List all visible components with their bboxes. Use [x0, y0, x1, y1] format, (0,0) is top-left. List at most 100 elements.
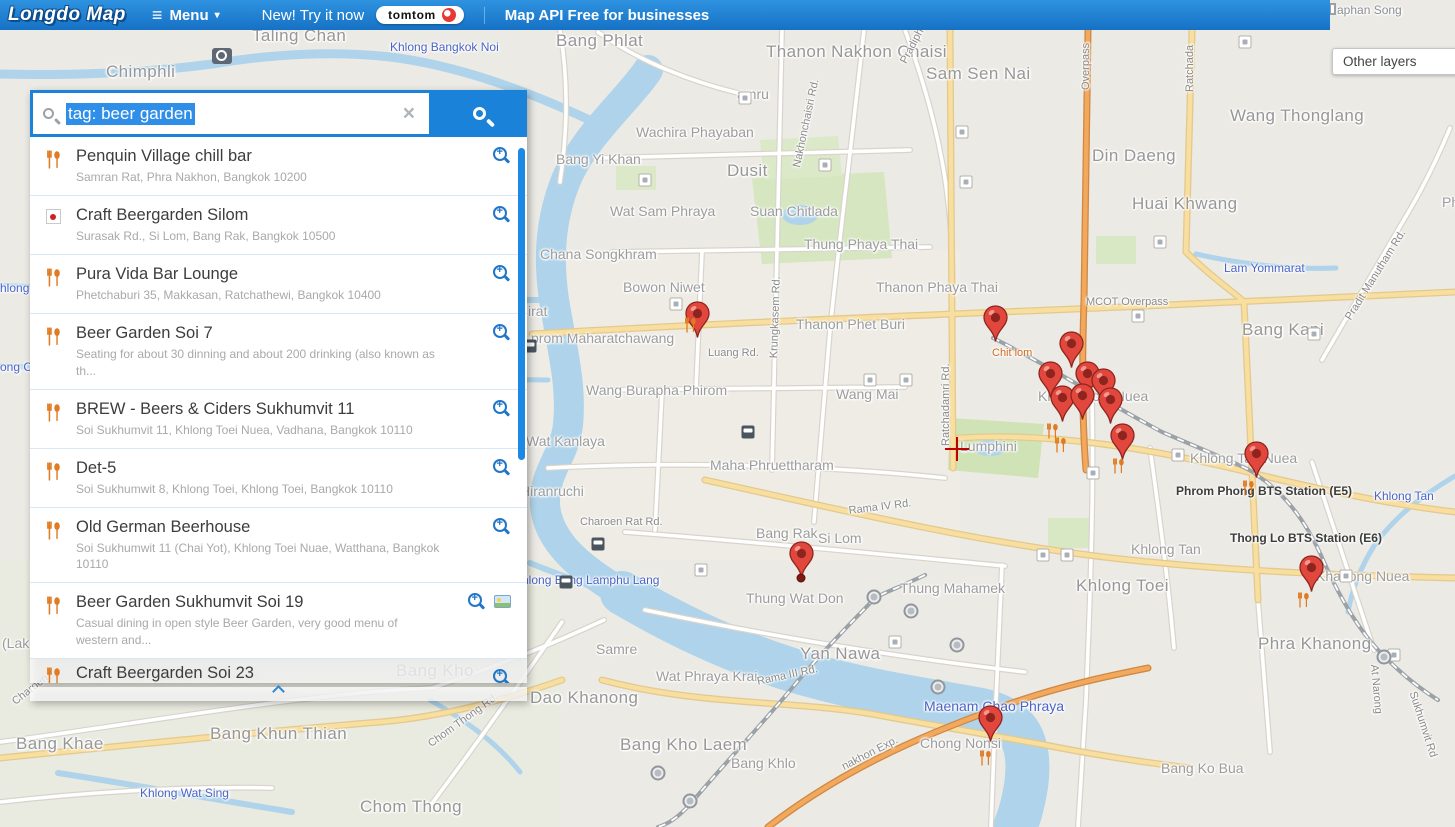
zoom-to-result-button[interactable]: + — [493, 264, 511, 283]
result-type-icon — [30, 664, 76, 683]
chevron-down-icon: ▾ — [214, 9, 220, 21]
search-icon — [43, 108, 54, 119]
result-text: Craft Beergarden Soi 23 — [76, 664, 497, 683]
result-actions: + — [468, 592, 511, 611]
plus-glyph: + — [496, 146, 503, 158]
top-navigation-bar: Longdo Map ≡ Menu ▾ New! Try it now tomt… — [0, 0, 1330, 30]
tomtom-badge[interactable]: tomtom — [376, 6, 464, 24]
search-submit-icon — [473, 107, 486, 120]
collapse-results-button[interactable] — [30, 684, 527, 701]
result-text: Pura Vida Bar Lounge Phetchaburi 35, Mak… — [76, 265, 497, 303]
result-actions: + — [493, 323, 511, 342]
result-type-icon — [30, 324, 76, 378]
chevron-up-icon — [272, 684, 285, 698]
tomtom-logo-icon — [441, 8, 456, 22]
result-text: Penquin Village chill bar Samran Rat, Ph… — [76, 147, 497, 185]
zoom-to-result-button[interactable]: + — [493, 399, 511, 418]
result-type-icon — [30, 459, 76, 497]
result-subtitle: Surasak Rd., Si Lom, Bang Rak, Bangkok 1… — [76, 229, 336, 244]
search-panel: tag: beer garden × Penquin Village chill… — [30, 90, 527, 701]
result-actions: + — [493, 146, 511, 165]
result-row[interactable]: Det-5 Soi Sukhumwit 8, Khlong Toei, Khlo… — [30, 448, 527, 509]
promo-link[interactable]: New! Try it now — [262, 7, 365, 24]
result-actions: + — [493, 399, 511, 418]
map-pin[interactable] — [1109, 423, 1136, 461]
result-title: Det-5 — [76, 458, 117, 477]
zoom-to-result-button[interactable]: + — [493, 517, 511, 536]
zoom-to-result-button[interactable]: + — [493, 457, 511, 477]
result-type-icon — [30, 518, 76, 572]
plus-glyph: + — [496, 667, 503, 680]
search-input[interactable]: tag: beer garden × — [30, 90, 432, 137]
result-type-icon — [30, 147, 76, 185]
result-title: Penquin Village chill bar — [76, 147, 252, 165]
result-text: Old German Beerhouse Soi Sukhumwit 11 (C… — [76, 518, 497, 572]
result-type-icon — [30, 265, 76, 303]
result-actions: + — [493, 264, 511, 283]
zoom-to-result-button[interactable]: + — [468, 592, 486, 611]
restaurant-icon — [1053, 437, 1068, 453]
plus-glyph: + — [496, 517, 503, 530]
restaurant-icon — [978, 750, 993, 766]
clear-search-button[interactable]: × — [399, 103, 419, 124]
poi-dot-icon — [45, 209, 61, 225]
map-pin[interactable] — [1069, 383, 1096, 421]
plus-glyph: + — [496, 264, 503, 277]
result-row[interactable]: Beer Garden Soi 7 Seating for about 30 d… — [30, 314, 527, 390]
result-row[interactable]: Craft Beergarden Soi 23 + — [30, 658, 527, 683]
restaurant-icon — [683, 317, 698, 333]
result-row[interactable]: Old German Beerhouse Soi Sukhumwit 11 (C… — [30, 508, 527, 584]
zoom-to-result-button[interactable]: + — [493, 667, 511, 683]
search-query-text: tag: beer garden — [66, 102, 195, 125]
result-photo-button[interactable] — [494, 595, 511, 609]
zoom-to-result-button[interactable]: + — [493, 323, 511, 342]
result-row[interactable]: BREW - Beers & Ciders Sukhumvit 11 Soi S… — [30, 389, 527, 449]
other-layers-button[interactable]: Other layers — [1332, 48, 1455, 75]
map-api-link[interactable]: Map API Free for businesses — [483, 6, 709, 24]
longdo-map-logo[interactable]: Longdo Map — [8, 4, 126, 26]
search-results-list: Penquin Village chill bar Samran Rat, Ph… — [30, 137, 527, 683]
result-title: Beer Garden Sukhumvit Soi 19 — [76, 593, 304, 612]
result-type-icon — [30, 400, 76, 438]
result-row[interactable]: Beer Garden Sukhumvit Soi 19 Casual dini… — [30, 583, 527, 659]
results-scrollbar[interactable] — [518, 148, 525, 460]
result-actions: + — [493, 517, 511, 536]
result-row[interactable]: Craft Beergarden Silom Surasak Rd., Si L… — [30, 196, 527, 256]
zoom-to-result-button[interactable]: + — [493, 146, 511, 165]
result-actions: + — [493, 205, 511, 224]
plus-glyph: + — [496, 323, 503, 336]
restaurant-icon — [1241, 480, 1256, 496]
result-title: Beer Garden Soi 7 — [76, 324, 213, 343]
result-title: Craft Beergarden Soi 23 — [76, 663, 254, 682]
result-row[interactable]: Penquin Village chill bar Samran Rat, Ph… — [30, 137, 527, 197]
map-pin[interactable] — [1298, 555, 1325, 593]
result-subtitle: Samran Rat, Phra Nakhon, Bangkok 10200 — [76, 169, 307, 184]
restaurant-icon — [1111, 458, 1126, 474]
tomtom-label: tomtom — [388, 8, 436, 22]
menu-label: Menu — [169, 6, 209, 24]
result-text: Det-5 Soi Sukhumwit 8, Khlong Toei, Khlo… — [76, 459, 497, 497]
zoom-to-result-button[interactable]: + — [493, 205, 511, 224]
result-subtitle: Soi Sukhumwit 11 (Chai Yot), Khlong Toei… — [76, 541, 440, 572]
result-subtitle: Phetchaburi 35, Makkasan, Ratchathewi, B… — [76, 288, 381, 303]
plus-glyph: + — [496, 457, 503, 470]
result-type-icon — [30, 593, 76, 647]
map-pin[interactable] — [982, 305, 1009, 343]
plus-glyph: + — [496, 205, 503, 218]
map-pin[interactable] — [977, 705, 1004, 743]
plus-glyph: + — [471, 592, 478, 605]
search-bar: tag: beer garden × — [30, 90, 527, 137]
result-actions: + — [493, 457, 511, 477]
result-title: Old German Beerhouse — [76, 518, 251, 537]
result-subtitle: Casual dining in open style Beer Garden,… — [76, 616, 398, 647]
menu-button[interactable]: ≡ Menu ▾ — [152, 5, 220, 26]
search-submit-button[interactable] — [432, 90, 527, 137]
result-text: BREW - Beers & Ciders Sukhumvit 11 Soi S… — [76, 400, 497, 438]
result-text: Beer Garden Sukhumvit Soi 19 Casual dini… — [76, 593, 497, 647]
result-row[interactable]: Pura Vida Bar Lounge Phetchaburi 35, Mak… — [30, 255, 527, 315]
hamburger-icon: ≡ — [151, 4, 163, 25]
longdo-map-app: Taling Chan Chimphli Bang Phlat Thanon Nakh… — [0, 0, 1455, 827]
map-pin[interactable] — [1243, 441, 1270, 479]
result-subtitle: Soi Sukhumvit 11, Khlong Toei Nuea, Vadh… — [76, 422, 413, 437]
map-pin[interactable] — [1097, 387, 1124, 425]
